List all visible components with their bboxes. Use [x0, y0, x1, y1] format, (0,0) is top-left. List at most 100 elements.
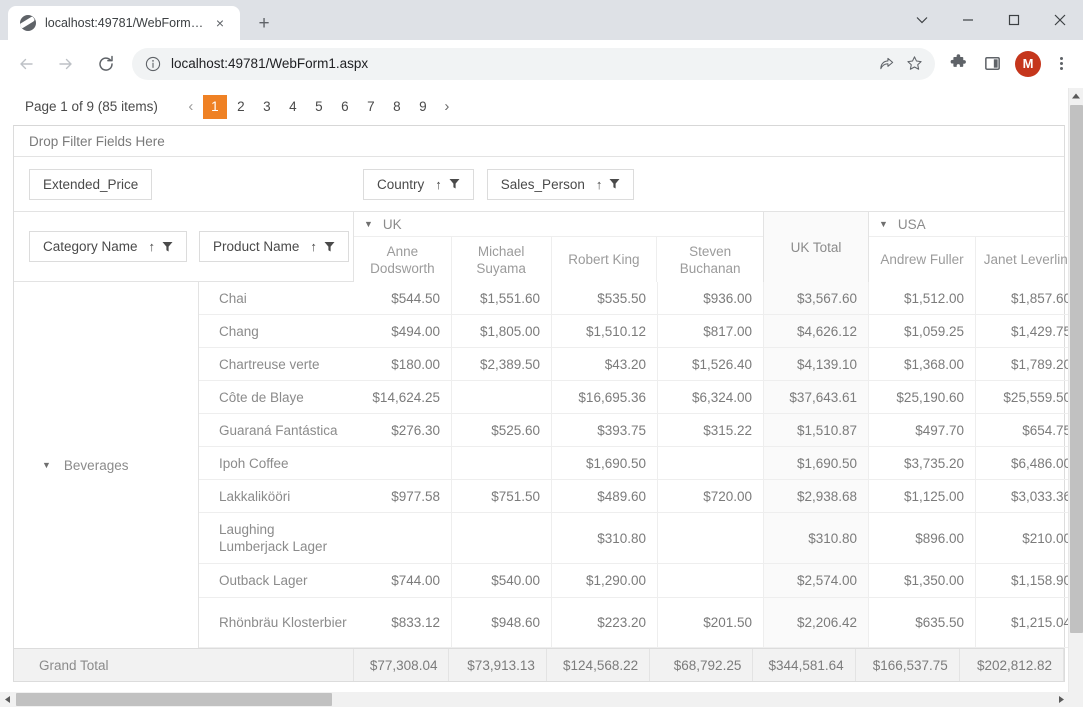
- sort-ascending-icon[interactable]: ↑: [435, 177, 442, 192]
- grand-total-cell[interactable]: $124,568.22: [547, 649, 651, 681]
- funnel-icon[interactable]: [162, 241, 173, 253]
- cell[interactable]: $6,486.00: [976, 447, 1082, 480]
- window-close-icon[interactable]: [1037, 4, 1083, 36]
- cell[interactable]: $1,526.40: [658, 348, 763, 381]
- side-panel-icon[interactable]: [977, 49, 1007, 79]
- cell[interactable]: $1,158.90: [976, 564, 1082, 598]
- collapse-triangle-icon[interactable]: ▼: [364, 219, 373, 229]
- pager-page-8[interactable]: 8: [385, 95, 409, 119]
- row-header-chartreuse-verte[interactable]: Chartreuse verte: [199, 348, 354, 381]
- cell[interactable]: $1,350.00: [869, 564, 975, 598]
- pager-page-7[interactable]: 7: [359, 95, 383, 119]
- funnel-icon[interactable]: [609, 178, 620, 190]
- cell[interactable]: $180.00: [354, 348, 451, 381]
- pager-prev-button[interactable]: ‹: [180, 94, 202, 120]
- cell[interactable]: $276.30: [354, 414, 451, 447]
- close-icon[interactable]: ×: [210, 13, 230, 33]
- maximize-icon[interactable]: [991, 4, 1037, 36]
- bookmark-star-icon[interactable]: [901, 51, 927, 77]
- field-sales-person[interactable]: Sales_Person ↑: [486, 168, 635, 200]
- cell[interactable]: $833.12: [354, 598, 451, 648]
- field-country[interactable]: Country ↑: [363, 168, 474, 200]
- field-product-name[interactable]: Product Name ↑: [199, 231, 349, 262]
- row-field-zone[interactable]: Category Name ↑ Product Name ↑: [14, 212, 354, 282]
- row-header-ipoh-coffee[interactable]: Ipoh Coffee: [199, 447, 354, 480]
- filter-drop-zone[interactable]: Drop Filter Fields Here: [14, 126, 1064, 157]
- cell[interactable]: $1,290.00: [552, 564, 657, 598]
- cell[interactable]: $201.50: [658, 598, 763, 648]
- cell[interactable]: $544.50: [354, 282, 451, 315]
- cell[interactable]: $535.50: [552, 282, 657, 315]
- cell[interactable]: $540.00: [452, 564, 551, 598]
- cell[interactable]: [354, 447, 451, 480]
- funnel-icon[interactable]: [324, 241, 335, 253]
- funnel-icon[interactable]: [449, 178, 460, 190]
- grand-total-cell[interactable]: $202,812.82: [960, 649, 1065, 681]
- cell[interactable]: $654.75: [976, 414, 1082, 447]
- cell[interactable]: $37,643.61: [764, 381, 868, 414]
- cell[interactable]: $310.80: [552, 513, 657, 564]
- address-bar[interactable]: localhost:49781/WebForm1.aspx: [132, 47, 935, 80]
- reload-icon[interactable]: [89, 47, 123, 81]
- pager-page-9[interactable]: 9: [411, 95, 435, 119]
- pager-next-button[interactable]: ›: [436, 94, 458, 120]
- cell[interactable]: $1,551.60: [452, 282, 551, 315]
- cell[interactable]: $1,059.25: [869, 315, 975, 348]
- back-icon[interactable]: [9, 47, 43, 81]
- column-header-steven-buchanan[interactable]: Steven Buchanan: [657, 237, 763, 282]
- cell[interactable]: $2,389.50: [452, 348, 551, 381]
- column-header-uk-total[interactable]: UK Total: [764, 212, 869, 282]
- cell[interactable]: $1,368.00: [869, 348, 975, 381]
- cell[interactable]: $16,695.36: [552, 381, 657, 414]
- scroll-left-icon[interactable]: [0, 692, 16, 707]
- cell[interactable]: $4,139.10: [764, 348, 868, 381]
- row-header-laughing-lumberjack-lager[interactable]: Laughing Lumberjack Lager: [199, 513, 354, 564]
- cell[interactable]: $6,324.00: [658, 381, 763, 414]
- row-header-outback-lager[interactable]: Outback Lager: [199, 564, 354, 598]
- cell[interactable]: $494.00: [354, 315, 451, 348]
- cell[interactable]: [658, 564, 763, 598]
- collapse-triangle-icon[interactable]: ▼: [42, 460, 51, 470]
- row-group-beverages[interactable]: ▼ Beverages: [14, 282, 199, 648]
- cell[interactable]: $3,033.36: [976, 480, 1082, 513]
- grand-total-cell[interactable]: $166,537.75: [856, 649, 960, 681]
- horizontal-scrollbar-thumb[interactable]: [16, 693, 332, 706]
- share-icon[interactable]: [873, 51, 899, 77]
- cell[interactable]: $25,190.60: [869, 381, 975, 414]
- cell[interactable]: $3,567.60: [764, 282, 868, 315]
- cell[interactable]: $720.00: [658, 480, 763, 513]
- cell[interactable]: $1,690.50: [764, 447, 868, 480]
- forward-icon[interactable]: [49, 47, 83, 81]
- cell[interactable]: $2,206.42: [764, 598, 868, 648]
- cell[interactable]: $817.00: [658, 315, 763, 348]
- pager-page-3[interactable]: 3: [255, 95, 279, 119]
- row-header-lakkalikoori[interactable]: Lakkalikööri: [199, 480, 354, 513]
- cell[interactable]: $497.70: [869, 414, 975, 447]
- pager-page-4[interactable]: 4: [281, 95, 305, 119]
- pager-page-2[interactable]: 2: [229, 95, 253, 119]
- horizontal-scrollbar[interactable]: [0, 692, 1068, 707]
- column-header-michael-suyama[interactable]: Michael Suyama: [452, 237, 552, 282]
- data-field-zone[interactable]: Extended_Price: [14, 168, 354, 200]
- scroll-right-icon[interactable]: [1052, 692, 1068, 707]
- cell[interactable]: [452, 381, 551, 414]
- row-header-guarana-fantastica[interactable]: Guaraná Fantástica: [199, 414, 354, 447]
- cell[interactable]: $310.80: [764, 513, 868, 564]
- browser-menu-icon[interactable]: [1047, 50, 1075, 78]
- row-group-beverages-label-wrap[interactable]: ▼ Beverages: [42, 282, 128, 648]
- new-tab-button[interactable]: +: [250, 9, 278, 37]
- column-group-usa-title[interactable]: ▼ USA: [869, 212, 1083, 237]
- cell[interactable]: $1,690.50: [552, 447, 657, 480]
- row-header-chang[interactable]: Chang: [199, 315, 354, 348]
- cell[interactable]: $210.00: [976, 513, 1082, 564]
- cell[interactable]: $1,789.20: [976, 348, 1082, 381]
- scroll-up-icon[interactable]: [1069, 88, 1083, 104]
- column-header-janet-leverling[interactable]: Janet Leverling: [976, 237, 1083, 282]
- row-header-rhonbrau-klosterbier[interactable]: Rhönbräu Klosterbier: [199, 598, 354, 648]
- column-field-zone[interactable]: Country ↑ Sales_Person ↑: [354, 168, 1064, 200]
- row-header-chai[interactable]: Chai: [199, 282, 354, 315]
- cell[interactable]: $1,857.60: [976, 282, 1082, 315]
- profile-avatar[interactable]: M: [1015, 50, 1041, 77]
- cell[interactable]: [354, 513, 451, 564]
- cell[interactable]: $2,938.68: [764, 480, 868, 513]
